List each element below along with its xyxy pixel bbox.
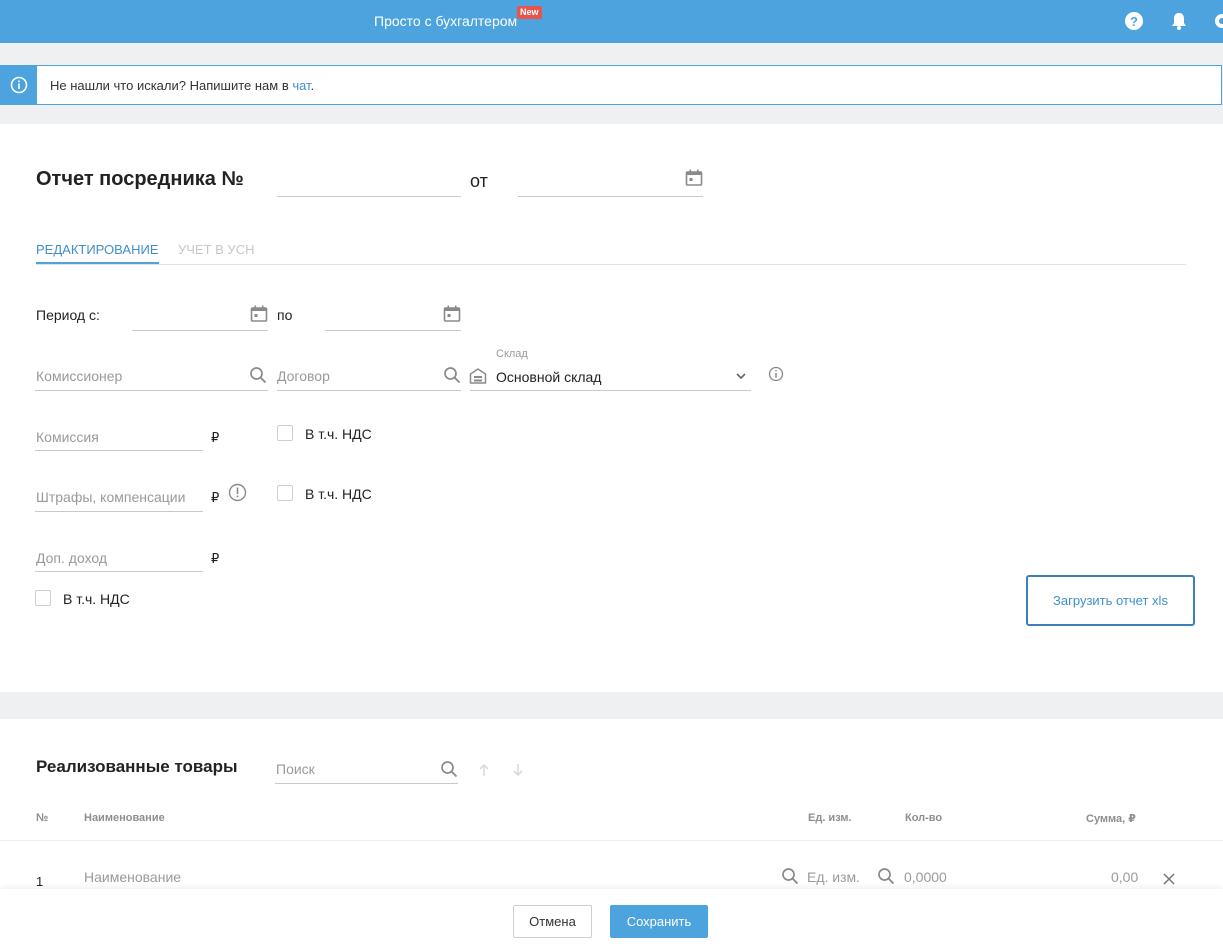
row-unit-input[interactable]: Ед. изм. xyxy=(807,869,860,885)
goods-title: Реализованные товары xyxy=(36,757,238,776)
gear-icon[interactable] xyxy=(1212,11,1223,31)
currency-sign: ₽ xyxy=(211,551,220,566)
calendar-icon[interactable] xyxy=(250,305,268,328)
report-date-input[interactable] xyxy=(518,196,703,197)
warehouse-select[interactable]: Основной склад xyxy=(496,369,601,385)
svg-text:?: ? xyxy=(1130,14,1138,29)
contract-underline xyxy=(277,390,461,391)
vat-label: В т.ч. НДС xyxy=(63,591,130,607)
col-sum: Сумма, ₽ xyxy=(1086,813,1136,825)
row-number: 1 xyxy=(36,874,44,889)
vat-label: В т.ч. НДС xyxy=(305,486,372,502)
info-icon xyxy=(1,66,37,104)
chat-link[interactable]: чат xyxy=(292,78,310,93)
tab-editing[interactable]: РЕДАКТИРОВАНИЕ xyxy=(36,242,158,257)
chevron-down-icon[interactable] xyxy=(735,369,747,387)
period-from-input[interactable] xyxy=(132,330,268,331)
extra-income-input[interactable]: Доп. доход xyxy=(36,550,107,566)
footer-bar: Отмена Сохранить xyxy=(0,889,1223,951)
warehouse-label: Склад xyxy=(496,348,528,360)
contract-input[interactable]: Договор xyxy=(277,368,330,384)
commissioner-underline xyxy=(35,390,268,391)
fines-underline xyxy=(35,511,203,512)
col-qty: Кол-во xyxy=(905,812,943,824)
commission-underline xyxy=(35,450,203,451)
currency-sign: ₽ xyxy=(211,490,220,505)
table-header-divider xyxy=(0,840,1223,841)
vat-checkbox-fines[interactable] xyxy=(277,485,293,501)
save-button[interactable]: Сохранить xyxy=(610,905,708,938)
row-sum-value: 0,00 xyxy=(1111,869,1139,885)
row-qty-input[interactable]: 0,0000 xyxy=(904,869,947,885)
arrow-up-icon[interactable] xyxy=(478,763,490,782)
bell-icon[interactable] xyxy=(1169,11,1189,31)
period-to-input[interactable] xyxy=(325,330,461,331)
page-title: Отчет посредника № xyxy=(36,168,244,190)
col-name: Наименование xyxy=(84,812,165,824)
upload-xls-button[interactable]: Загрузить отчет xls xyxy=(1026,575,1195,626)
vat-checkbox-extra[interactable] xyxy=(35,590,51,606)
search-icon[interactable] xyxy=(440,760,458,783)
commissioner-input[interactable]: Комиссионер xyxy=(36,368,122,384)
search-icon[interactable] xyxy=(781,867,799,890)
brand-link[interactable]: Просто с бухгалтером xyxy=(374,13,517,29)
arrow-down-icon[interactable] xyxy=(512,763,524,782)
vat-label: В т.ч. НДС xyxy=(305,426,372,442)
new-badge: New xyxy=(517,6,542,19)
info-banner: Не нашли что искали? Напишите нам в чат. xyxy=(0,65,1222,105)
vat-checkbox-commission[interactable] xyxy=(277,425,293,441)
row-name-input[interactable]: Наименование xyxy=(84,869,181,885)
date-separator: от xyxy=(470,171,488,191)
search-icon[interactable] xyxy=(877,867,895,890)
tabs-divider xyxy=(36,264,1186,265)
goods-search-underline xyxy=(275,783,458,784)
warehouse-icon xyxy=(469,367,487,390)
tab-usn[interactable]: УЧЕТ В УСН xyxy=(178,242,254,257)
search-icon[interactable] xyxy=(443,366,461,389)
report-card: Отчет посредника № от РЕДАКТИРОВАНИЕ УЧЕ… xyxy=(0,124,1223,692)
cancel-button[interactable]: Отмена xyxy=(513,905,592,938)
top-bar: Просто с бухгалтером New ? xyxy=(0,0,1223,43)
calendar-icon[interactable] xyxy=(443,305,461,328)
fines-input[interactable]: Штрафы, компенсации xyxy=(36,489,185,505)
commission-input[interactable]: Комиссия xyxy=(36,429,99,445)
goods-search-input[interactable]: Поиск xyxy=(276,761,315,777)
close-icon[interactable] xyxy=(1163,872,1175,890)
info-icon[interactable] xyxy=(768,366,784,387)
warning-icon[interactable] xyxy=(228,483,247,507)
col-unit: Ед. изм. xyxy=(808,812,852,824)
currency-sign: ₽ xyxy=(211,430,220,445)
calendar-icon[interactable] xyxy=(685,169,703,192)
help-icon[interactable]: ? xyxy=(1124,11,1144,31)
period-to-label: по xyxy=(277,307,293,323)
period-label: Период с: xyxy=(36,307,100,323)
search-icon[interactable] xyxy=(249,366,267,389)
info-text: Не нашли что искали? Напишите нам в чат. xyxy=(50,78,315,93)
col-num: № xyxy=(36,812,49,824)
report-number-input[interactable] xyxy=(277,196,461,197)
extra-income-underline xyxy=(35,571,203,572)
warehouse-underline xyxy=(470,390,751,391)
